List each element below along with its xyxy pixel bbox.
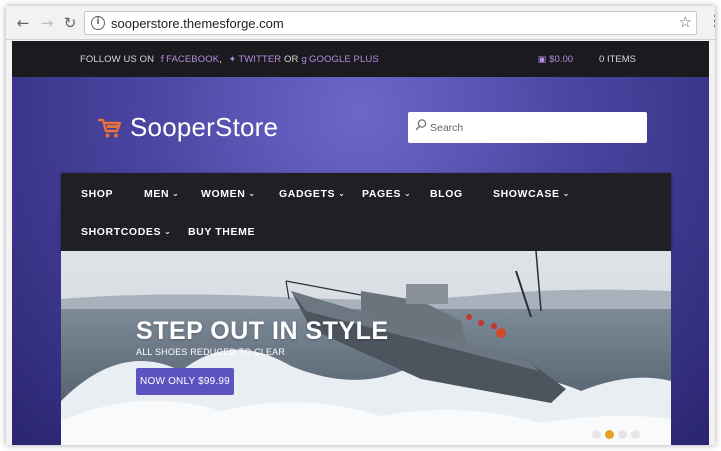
chevron-down-icon: ⌄ [562, 189, 570, 198]
slider-dot-active[interactable] [605, 430, 614, 439]
facebook-link[interactable]: FACEBOOK [166, 54, 219, 65]
slider-pagination [592, 430, 640, 439]
logo-text: SooperStore [130, 112, 279, 142]
cart-icon [98, 118, 122, 137]
separator-comma: , [219, 54, 222, 65]
search-box[interactable] [408, 112, 647, 143]
address-bar[interactable]: i sooperstore.themesforge.com ☆ [84, 11, 697, 35]
chevron-down-icon: ⌄ [248, 189, 256, 198]
chevron-down-icon: ⌄ [164, 227, 172, 236]
cart-total[interactable]: $0.00 [549, 54, 573, 65]
slider-dot[interactable] [592, 430, 601, 439]
cart-icon: ▣ [537, 55, 547, 65]
nav-blog-label: BLOG [430, 188, 463, 200]
twitter-icon: ✦ [228, 55, 237, 65]
facebook-icon: f [160, 55, 165, 65]
browser-window: ← → ↻ i sooperstore.themesforge.com ☆ ••… [6, 6, 715, 445]
nav-gadgets[interactable]: GADGETS ⌄ [279, 188, 345, 200]
nav-pages-label: PAGES [362, 188, 401, 200]
search-input[interactable] [430, 119, 635, 136]
arrow-left-icon[interactable]: ← [14, 14, 32, 32]
browser-toolbar: ← → ↻ i sooperstore.themesforge.com ☆ ••… [6, 6, 715, 40]
nav-men-label: MEN [144, 188, 170, 200]
chevron-down-icon: ⌄ [172, 189, 180, 198]
menu-kebab-icon[interactable]: ••• [712, 10, 715, 34]
hero-slider: STEP OUT IN STYLE ALL SHOES REDUCED TO C… [61, 251, 671, 445]
site-header: SooperStore SHOP MEN⌄ WOMEN⌄ GADGETS⌄ PA… [12, 77, 709, 445]
reload-icon[interactable]: ↻ [61, 14, 79, 32]
slider-dot[interactable] [618, 430, 627, 439]
chevron-down-icon: ⌄ [338, 189, 346, 198]
nav-showcase-label: SHOWCASE [493, 188, 560, 200]
nav-showcase[interactable]: SHOWCASE ⌄ [493, 188, 570, 200]
google-plus-link[interactable]: GOOGLE PLUS [309, 54, 379, 65]
star-icon[interactable]: ☆ [679, 13, 692, 31]
site-logo[interactable]: SooperStore [98, 112, 278, 143]
nav-men[interactable]: MEN ⌄ [144, 188, 179, 200]
follow-label: FOLLOW US ON [80, 54, 155, 65]
address-url: sooperstore.themesforge.com [111, 16, 284, 31]
social-links: FOLLOW US ON f FACEBOOK, ✦ TWITTER OR g GOO… [80, 54, 379, 65]
nav-shop[interactable]: SHOP [81, 188, 113, 200]
info-icon[interactable]: i [91, 16, 105, 30]
twitter-link[interactable]: TWITTER [238, 54, 281, 65]
cart-summary[interactable]: ▣ $0.00 0 ITEMS [538, 54, 636, 65]
chevron-down-icon: ⌄ [403, 189, 412, 198]
nav-shortcodes[interactable]: SHORTCODES ⌄ [81, 226, 171, 238]
nav-blog[interactable]: BLOG [430, 188, 463, 200]
or-label: OR [283, 54, 299, 65]
nav-buy-theme-label: BUY THEME [188, 226, 256, 238]
nav-shortcodes-label: SHORTCODES [81, 226, 162, 238]
site-topbar: FOLLOW US ON f FACEBOOK, ✦ TWITTER OR g GOO… [12, 41, 709, 77]
nav-women-label: WOMEN [201, 188, 246, 200]
search-icon [415, 119, 427, 131]
slider-dot[interactable] [631, 430, 640, 439]
cart-items-count[interactable]: 0 ITEMS [599, 54, 636, 65]
arrow-right-icon[interactable]: → [38, 14, 56, 32]
nav-gadgets-label: GADGETS [279, 188, 336, 200]
main-navigation: SHOP MEN ⌄ WOMEN ⌄ GADGETS ⌄ PAGES ⌄ BLOG SH… [61, 173, 671, 251]
nav-buy-theme[interactable]: BUY THEME [188, 226, 255, 238]
nav-shop-label: SHOP [81, 188, 114, 200]
nav-pages[interactable]: PAGES ⌄ [362, 188, 411, 200]
google-plus-icon: g [301, 55, 308, 65]
slide-cta-button[interactable]: NOW ONLY $99.99 [136, 368, 234, 395]
nav-women[interactable]: WOMEN ⌄ [201, 188, 256, 200]
slide-subtitle: ALL SHOES REDUCED TO CLEAR [136, 347, 286, 357]
slide-title: STEP OUT IN STYLE [136, 317, 389, 345]
